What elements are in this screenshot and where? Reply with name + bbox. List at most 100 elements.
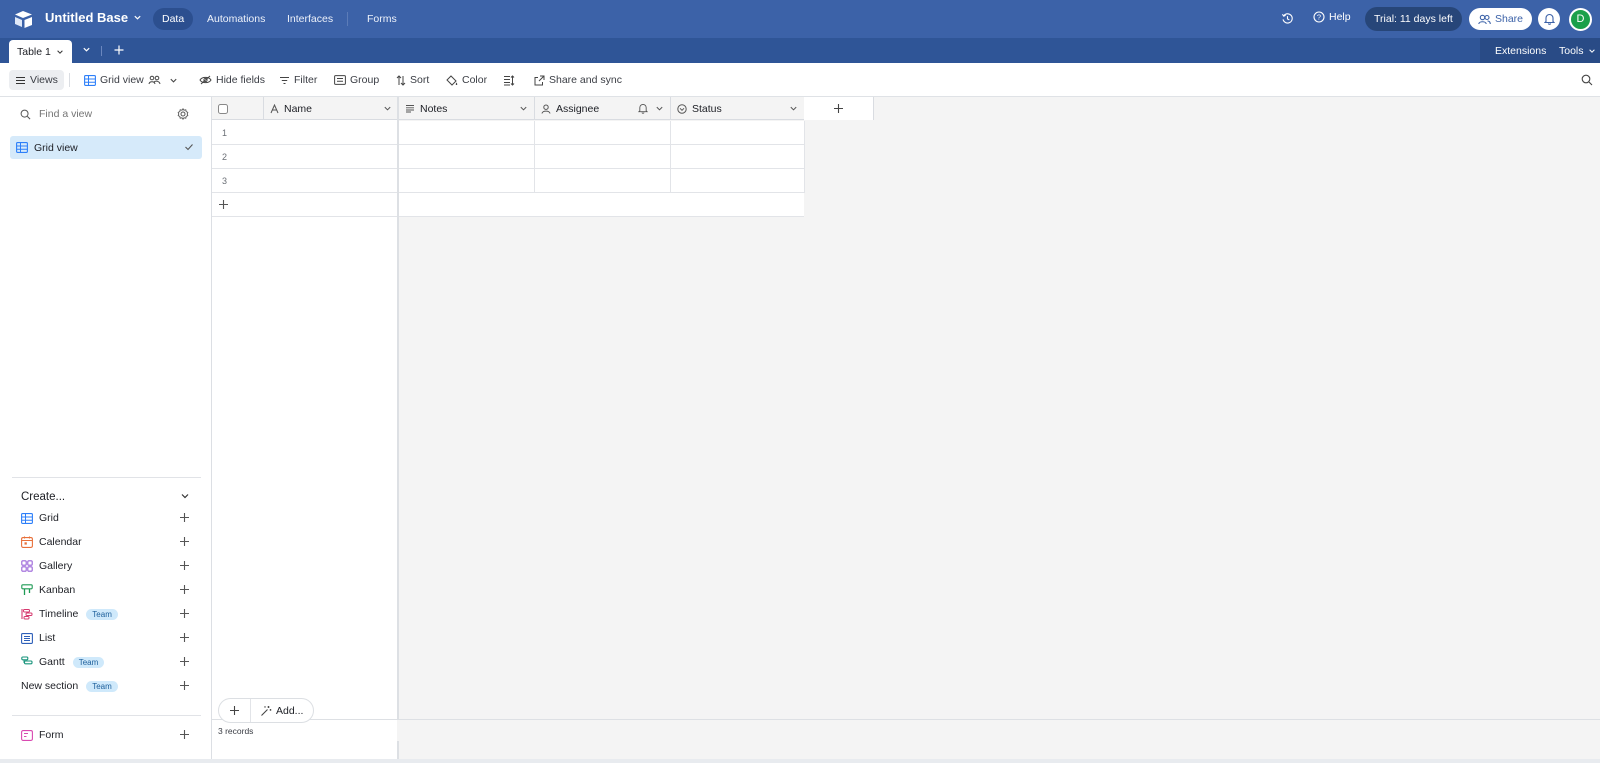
plus-icon — [179, 680, 190, 691]
cell-status[interactable] — [671, 145, 805, 169]
add-label: Add... — [276, 704, 304, 717]
create-gallery-item[interactable]: Gallery — [21, 556, 193, 576]
add-record-button[interactable] — [219, 699, 251, 722]
window-bottom-edge — [0, 759, 1600, 763]
create-list-item[interactable]: List — [21, 628, 193, 648]
all-tables-chevron-icon[interactable] — [82, 45, 91, 54]
search-icon[interactable] — [1581, 74, 1593, 86]
nav-interfaces[interactable]: Interfaces — [278, 8, 342, 30]
collaborative-view-icon — [148, 75, 161, 86]
create-grid-item[interactable]: Grid — [21, 508, 193, 528]
view-switcher-button[interactable]: Grid view — [84, 72, 178, 88]
find-view-input[interactable] — [39, 108, 149, 120]
plus-icon — [179, 584, 190, 595]
long-text-icon — [405, 104, 415, 113]
share-button[interactable]: Share — [1469, 8, 1533, 30]
filter-button[interactable]: Filter — [279, 72, 317, 88]
add-field-button[interactable] — [804, 97, 874, 120]
chevron-down-icon — [789, 104, 798, 113]
nav-forms[interactable]: Forms — [358, 8, 406, 30]
column-header-status[interactable]: Status — [671, 97, 805, 120]
plus-icon — [833, 103, 844, 114]
create-item-label: Gallery — [39, 560, 73, 572]
plus-icon — [218, 199, 229, 210]
hide-fields-label: Hide fields — [216, 74, 266, 86]
cell-assignee[interactable] — [535, 121, 671, 145]
create-form-item[interactable]: Form — [21, 725, 193, 745]
nav-divider — [347, 12, 348, 26]
chevron-down-icon[interactable] — [180, 491, 190, 501]
chevron-down-icon — [383, 104, 392, 113]
create-new-section-item[interactable]: New section Team — [21, 676, 193, 696]
hide-fields-button[interactable]: Hide fields — [199, 72, 265, 88]
create-timeline-item[interactable]: Timeline Team — [21, 604, 193, 624]
settings-gear-icon[interactable] — [177, 108, 189, 120]
group-button[interactable]: Group — [334, 72, 379, 88]
cell-name[interactable] — [264, 169, 399, 193]
cell-status[interactable] — [671, 121, 805, 145]
team-badge: Team — [86, 608, 118, 620]
sort-label: Sort — [410, 74, 430, 86]
group-label: Group — [350, 74, 380, 86]
row-height-button[interactable] — [503, 72, 515, 88]
paint-bucket-icon — [446, 74, 458, 86]
column-header-assignee[interactable]: Assignee — [535, 97, 671, 120]
grid-icon — [21, 512, 33, 524]
airtable-logo-icon[interactable] — [14, 10, 34, 28]
sidebar-divider — [12, 477, 201, 478]
table-row[interactable]: 3 — [212, 169, 805, 193]
hamburger-icon — [15, 76, 26, 85]
select-all-checkbox[interactable] — [218, 103, 228, 114]
gantt-icon — [21, 656, 33, 668]
help-button[interactable]: ? Help — [1313, 11, 1351, 23]
add-record-row[interactable] — [212, 193, 804, 217]
cell-notes[interactable] — [399, 145, 535, 169]
create-gantt-item[interactable]: Gantt Team — [21, 652, 193, 672]
extensions-button[interactable]: Extensions — [1495, 45, 1546, 57]
table-row[interactable]: 1 — [212, 121, 805, 145]
history-icon[interactable] — [1281, 12, 1294, 25]
column-header-name[interactable]: Name — [264, 97, 398, 120]
base-name-menu[interactable]: Untitled Base — [45, 10, 142, 25]
create-section-header[interactable]: Create... — [21, 491, 65, 503]
share-and-sync-button[interactable]: Share and sync — [534, 72, 622, 88]
views-toggle-button[interactable]: Views — [9, 70, 64, 90]
view-label: Grid view — [34, 141, 78, 154]
cell-status[interactable] — [671, 169, 805, 193]
find-view-field[interactable] — [20, 108, 149, 120]
notifications-button[interactable] — [1538, 8, 1560, 30]
nav-automations[interactable]: Automations — [198, 8, 274, 30]
external-link-icon — [534, 75, 545, 86]
create-kanban-item[interactable]: Kanban — [21, 580, 193, 600]
tools-button[interactable]: Tools — [1559, 45, 1596, 57]
sidebar-view-grid-view[interactable]: Grid view — [10, 136, 202, 159]
add-table-plus-icon[interactable] — [113, 44, 125, 56]
calendar-icon — [21, 536, 33, 548]
table-row[interactable]: 2 — [212, 145, 805, 169]
cell-notes[interactable] — [399, 169, 535, 193]
create-item-label: Form — [39, 729, 64, 741]
chevron-down-icon — [56, 48, 64, 56]
cell-assignee[interactable] — [535, 169, 671, 193]
trial-button[interactable]: Trial: 11 days left — [1365, 7, 1462, 31]
create-item-label: Timeline — [39, 608, 79, 620]
plus-icon — [179, 729, 190, 740]
tab-table-1[interactable]: Table 1 — [9, 40, 72, 63]
create-item-label: List — [39, 632, 56, 644]
add-record-pill: Add... — [218, 698, 314, 723]
avatar[interactable]: D — [1569, 8, 1592, 31]
grid-footer: 3 records — [212, 719, 1600, 741]
column-label: Notes — [420, 102, 448, 115]
create-item-label: Gantt — [39, 656, 65, 668]
column-header-notes[interactable]: Notes — [399, 97, 535, 120]
color-button[interactable]: Color — [446, 72, 487, 88]
cell-assignee[interactable] — [535, 145, 671, 169]
sort-button[interactable]: Sort — [396, 72, 429, 88]
cell-name[interactable] — [264, 145, 399, 169]
add-with-ai-button[interactable]: Add... — [251, 705, 303, 717]
cell-notes[interactable] — [399, 121, 535, 145]
cell-name[interactable] — [264, 121, 399, 145]
create-item-label: Grid — [39, 512, 59, 524]
create-calendar-item[interactable]: Calendar — [21, 532, 193, 552]
nav-data[interactable]: Data — [153, 8, 194, 30]
